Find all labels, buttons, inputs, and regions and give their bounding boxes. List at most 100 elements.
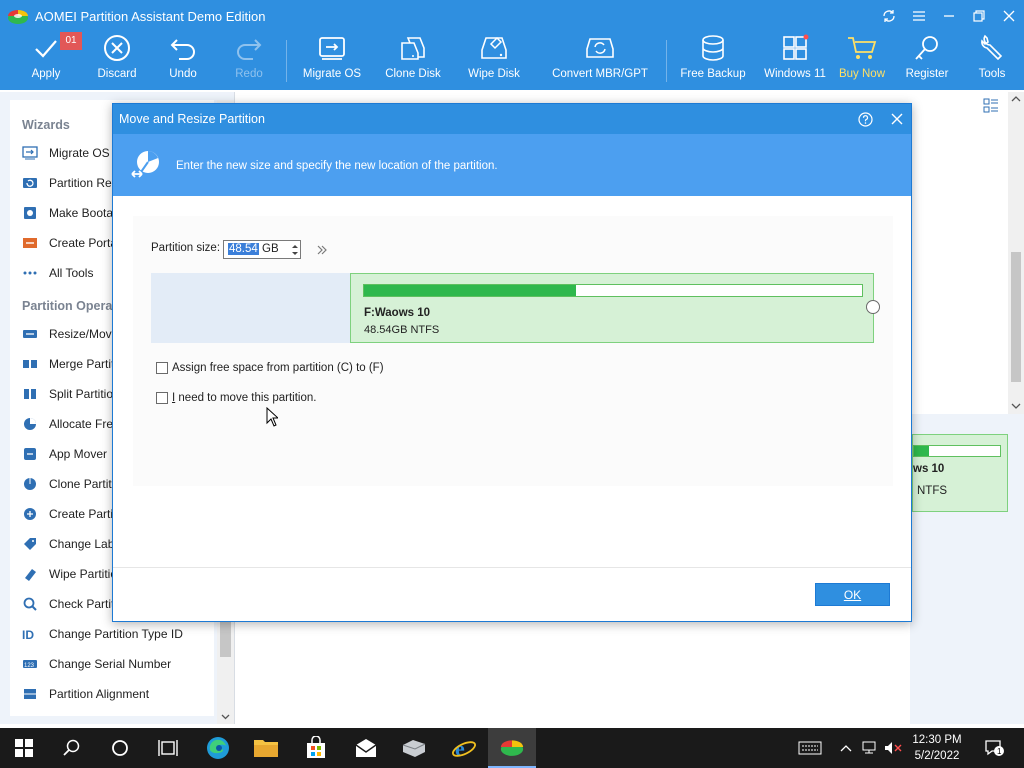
sidebar-item-operation[interactable]: Partition Alignment bbox=[22, 683, 214, 705]
partition-size-input[interactable]: 48.54 GB bbox=[223, 240, 301, 259]
help-icon[interactable] bbox=[858, 112, 873, 127]
partition-info: 48.54GB NTFS bbox=[364, 324, 440, 336]
network-tray[interactable] bbox=[860, 728, 880, 768]
taskbar: e 12:30 PM 5/2/2022 1 bbox=[0, 728, 1024, 768]
redo-icon bbox=[235, 32, 263, 64]
sidebar-item-operation[interactable]: 123 Change Serial Number bbox=[22, 653, 214, 675]
wipe-disk-icon bbox=[480, 32, 508, 64]
wipe-disk-button[interactable]: Wipe Disk bbox=[466, 32, 522, 88]
mail-app[interactable] bbox=[342, 728, 390, 768]
clone-disk-icon bbox=[399, 32, 427, 64]
dialog-title-bar: Move and Resize Partition bbox=[113, 104, 911, 134]
alignment-icon bbox=[24, 689, 36, 699]
toolbar-separator bbox=[286, 40, 287, 82]
convert-mbr-gpt-button[interactable]: Convert MBR/GPT bbox=[552, 32, 648, 88]
search-icon bbox=[63, 739, 80, 756]
size-spinner-icon[interactable] bbox=[290, 242, 300, 258]
chevron-up-icon bbox=[840, 745, 852, 752]
merge-icon bbox=[23, 360, 37, 368]
migrate-os-icon bbox=[318, 32, 346, 64]
buy-now-button[interactable]: Buy Now bbox=[838, 32, 886, 88]
migrate-os-button[interactable]: Migrate OS bbox=[302, 32, 362, 88]
assign-free-space-checkbox[interactable] bbox=[156, 362, 168, 374]
redo-button[interactable]: Redo bbox=[228, 32, 270, 88]
unallocated-space-area[interactable] bbox=[151, 273, 350, 343]
refresh-icon[interactable] bbox=[874, 0, 904, 32]
sidebar-item-operation[interactable]: ID Change Partition Type ID bbox=[22, 623, 214, 645]
windows11-button[interactable]: Windows 11 bbox=[763, 32, 827, 88]
store-app[interactable] bbox=[292, 728, 340, 768]
double-chevron-right-icon[interactable] bbox=[316, 244, 328, 256]
system-clock[interactable]: 12:30 PM 5/2/2022 bbox=[905, 732, 969, 764]
volume-tray[interactable] bbox=[882, 728, 904, 768]
sidebar-item-label: Create Porta bbox=[49, 236, 118, 250]
move-partition-checkbox[interactable] bbox=[156, 392, 168, 404]
edge-app[interactable] bbox=[194, 728, 242, 768]
migrate-os-label: Migrate OS bbox=[302, 68, 362, 80]
window-controls bbox=[874, 0, 1024, 32]
menu-icon[interactable] bbox=[904, 0, 934, 32]
file-explorer-app[interactable] bbox=[242, 728, 290, 768]
toolbar: Apply 01 Discard Undo Redo Migrate OS Cl… bbox=[0, 32, 1024, 90]
search-button[interactable] bbox=[48, 728, 96, 768]
wizards-heading: Wizards bbox=[22, 118, 70, 132]
dialog-banner: Enter the new size and specify the new l… bbox=[113, 134, 911, 196]
split-icon bbox=[24, 389, 36, 399]
sidebar-scroll-thumb[interactable] bbox=[220, 622, 231, 657]
chevron-down-icon[interactable] bbox=[221, 714, 230, 720]
wipe-icon bbox=[25, 569, 36, 581]
tools-label: Tools bbox=[978, 68, 1006, 80]
start-button[interactable] bbox=[0, 728, 48, 768]
resize-icon bbox=[23, 330, 37, 338]
disk-app[interactable] bbox=[390, 728, 438, 768]
create-icon bbox=[24, 508, 36, 520]
assign-free-space-label: Assign free space from partition (C) to … bbox=[172, 362, 384, 374]
clone-icon bbox=[24, 478, 36, 490]
partition-block[interactable]: F:Waows 10 48.54GB NTFS bbox=[350, 273, 874, 343]
free-backup-button[interactable]: Free Backup bbox=[680, 32, 746, 88]
ok-button[interactable]: OK bbox=[815, 583, 890, 606]
main-scroll-thumb[interactable] bbox=[1011, 252, 1021, 382]
undo-button[interactable]: Undo bbox=[162, 32, 204, 88]
wrench-icon bbox=[979, 32, 1005, 64]
undo-icon bbox=[169, 32, 197, 64]
cortana-button[interactable] bbox=[96, 728, 144, 768]
bootable-media-icon bbox=[24, 207, 36, 219]
minimize-icon[interactable] bbox=[934, 0, 964, 32]
main-scrollbar[interactable] bbox=[1008, 92, 1024, 414]
background-usage-bar bbox=[913, 445, 1001, 457]
register-button[interactable]: Register bbox=[904, 32, 950, 88]
assign-free-space-option[interactable]: Assign free space from partition (C) to … bbox=[156, 362, 384, 374]
background-partition-fs: NTFS bbox=[917, 485, 948, 497]
internet-explorer-app[interactable]: e bbox=[440, 728, 488, 768]
tools-button[interactable]: Tools bbox=[974, 32, 1010, 88]
dialog-footer-divider bbox=[113, 567, 911, 568]
aomei-app[interactable] bbox=[488, 728, 536, 768]
app-logo-icon bbox=[8, 10, 28, 24]
resize-handle[interactable] bbox=[866, 300, 880, 314]
discard-label: Discard bbox=[97, 68, 137, 80]
network-icon bbox=[862, 741, 876, 754]
chevron-down-icon[interactable] bbox=[1011, 403, 1021, 409]
chevron-up-icon[interactable] bbox=[1011, 96, 1021, 102]
view-toggle-icon[interactable] bbox=[983, 98, 999, 114]
discard-button[interactable]: Discard bbox=[94, 32, 140, 88]
show-hidden-icons[interactable] bbox=[838, 728, 854, 768]
sidebar-item-label: Change Serial Number bbox=[49, 657, 172, 671]
background-usage-fill bbox=[914, 446, 929, 456]
background-partition-card[interactable]: ws 10 NTFS bbox=[912, 434, 1008, 512]
clock-time: 12:30 PM bbox=[912, 734, 962, 746]
windows-icon bbox=[781, 32, 809, 64]
close-icon[interactable] bbox=[994, 0, 1024, 32]
move-partition-option[interactable]: I need to move this partition. bbox=[156, 392, 316, 404]
clone-disk-button[interactable]: Clone Disk bbox=[384, 32, 442, 88]
sidebar-item-label: Allocate Free bbox=[49, 417, 120, 431]
convert-label: Convert MBR/GPT bbox=[552, 68, 648, 80]
redo-label: Redo bbox=[235, 68, 263, 80]
notification-count: 1 bbox=[997, 747, 1002, 756]
language-tray[interactable] bbox=[796, 728, 824, 768]
task-view-button[interactable] bbox=[144, 728, 192, 768]
action-center[interactable]: 1 bbox=[982, 728, 1006, 768]
dialog-close-icon[interactable] bbox=[890, 112, 904, 126]
restore-icon[interactable] bbox=[964, 0, 994, 32]
